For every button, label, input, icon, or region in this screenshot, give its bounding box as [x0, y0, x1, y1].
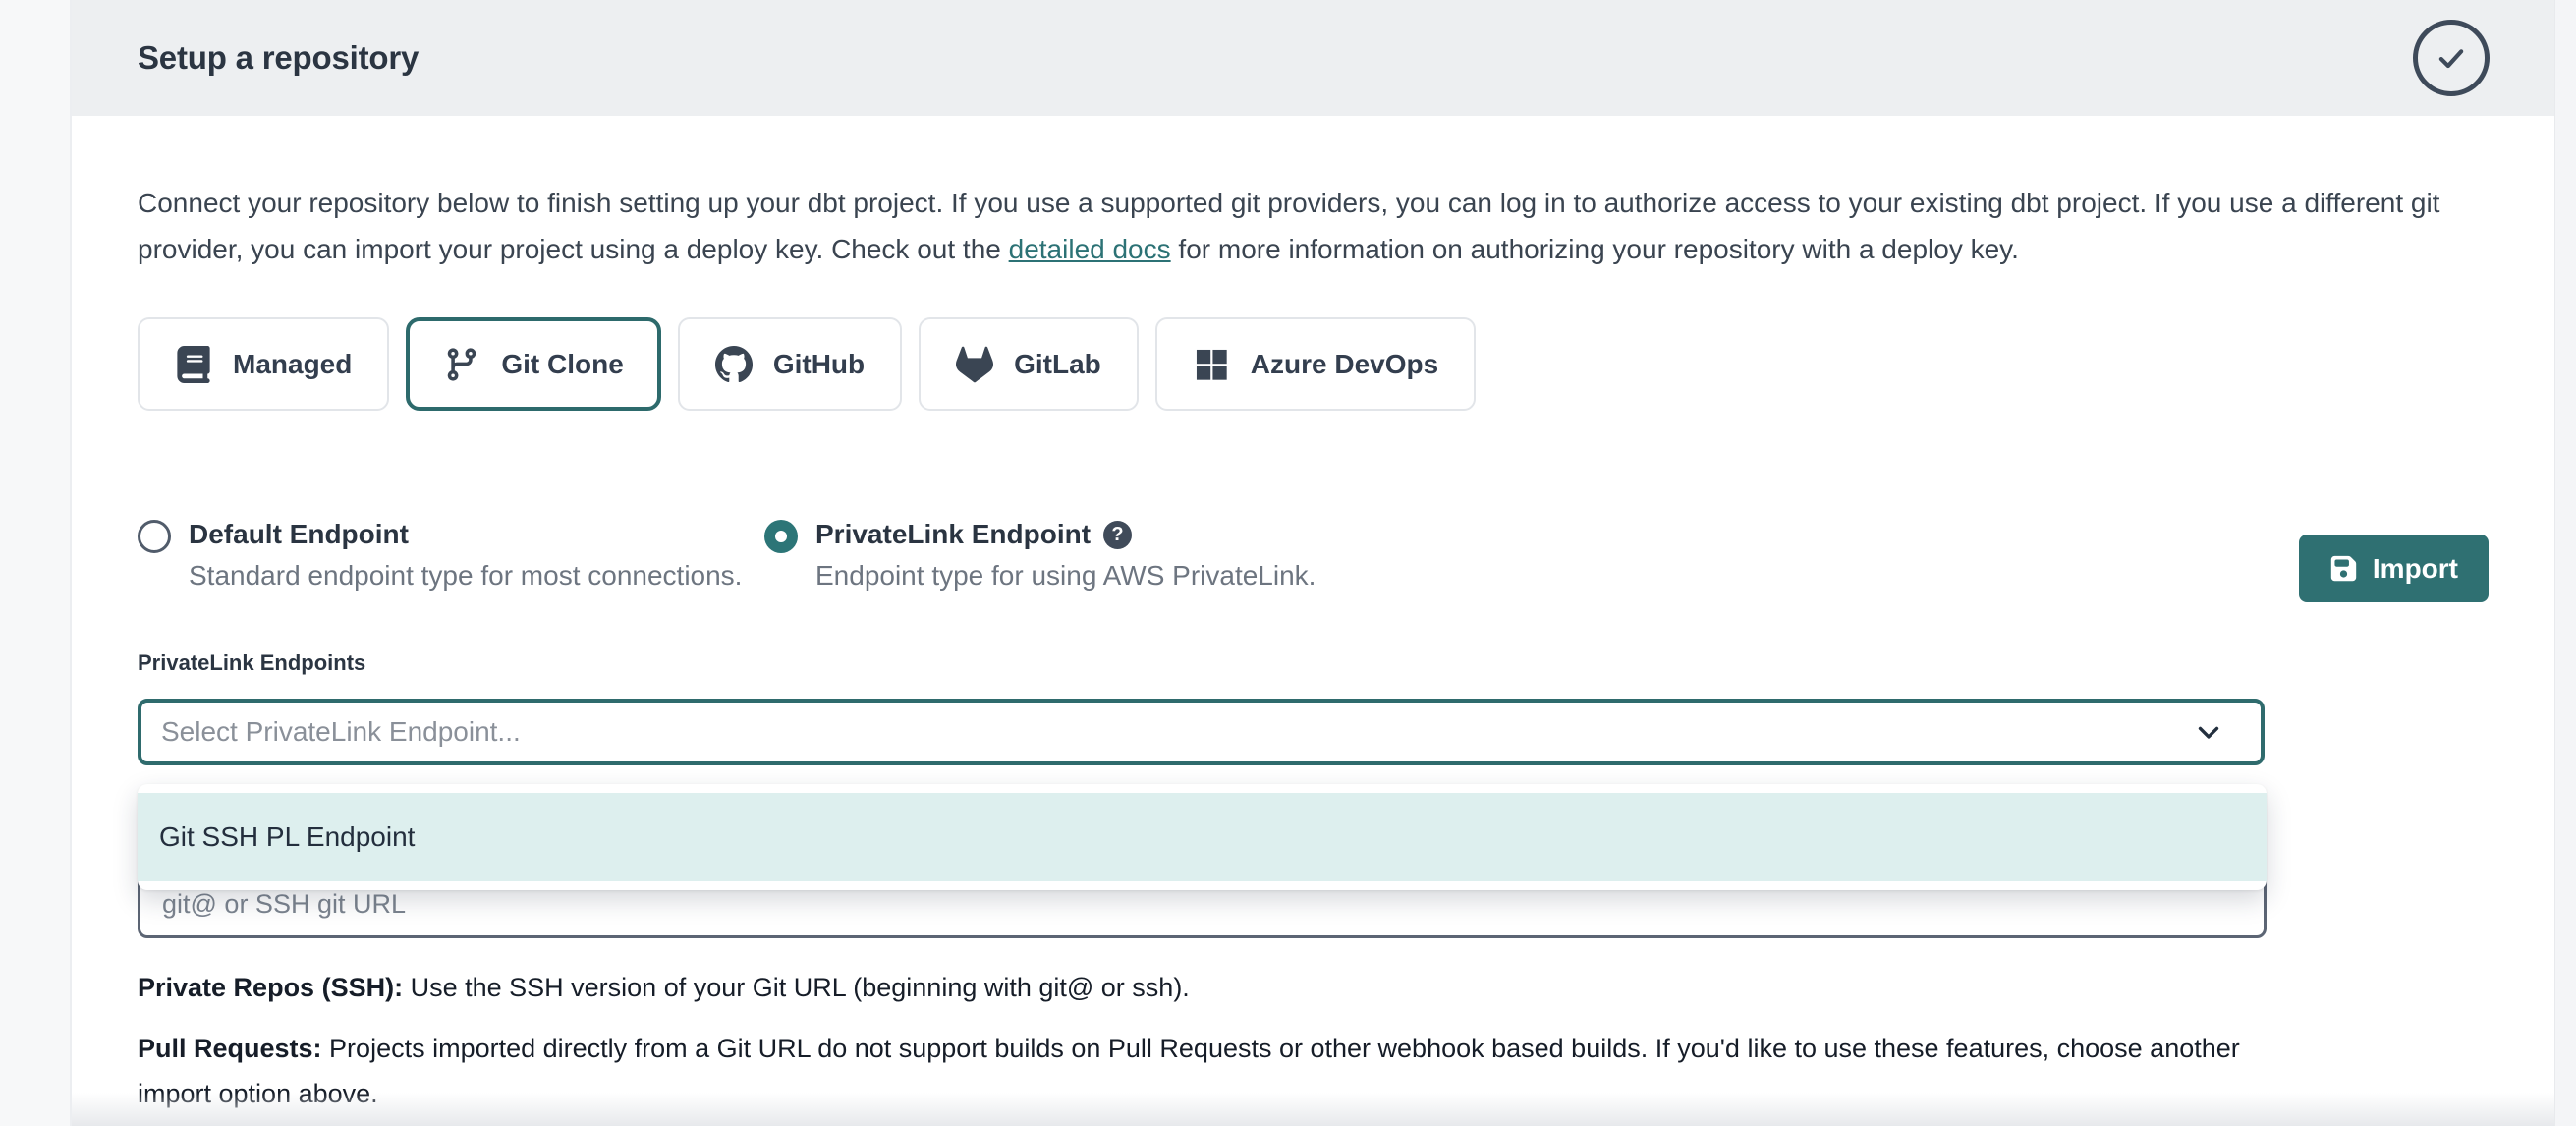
- radio-privatelink-endpoint-description: Endpoint type for using AWS PrivateLink.: [815, 560, 1316, 591]
- privatelink-endpoint-select[interactable]: [138, 699, 2265, 765]
- provider-tab-managed[interactable]: Managed: [138, 317, 389, 411]
- pull-requests-note-text: Projects imported directly from a Git UR…: [138, 1034, 2240, 1108]
- import-button-label: Import: [2373, 553, 2458, 585]
- left-gutter: [0, 0, 72, 1126]
- right-gutter: [2554, 0, 2576, 1126]
- page: Setup a repository Connect your reposito…: [0, 0, 2576, 1126]
- intro-text: Connect your repository below to finish …: [138, 180, 2456, 272]
- privatelink-endpoint-dropdown: Git SSH PL Endpoint: [138, 784, 2267, 890]
- radio-privatelink-endpoint-label: PrivateLink Endpoint: [815, 518, 1091, 551]
- azure-devops-icon: [1193, 346, 1230, 383]
- provider-tab-label: GitLab: [1014, 349, 1101, 380]
- detailed-docs-link[interactable]: detailed docs: [1009, 234, 1171, 264]
- question-circle-icon[interactable]: ?: [1103, 521, 1132, 549]
- provider-tab-azure-devops[interactable]: Azure DevOps: [1155, 317, 1476, 411]
- save-icon: [2329, 554, 2358, 583]
- provider-tab-label: GitHub: [773, 349, 865, 380]
- provider-tab-github[interactable]: GitHub: [678, 317, 902, 411]
- radio-default-endpoint-description: Standard endpoint type for most connecti…: [189, 560, 742, 591]
- privatelink-endpoint-select-input[interactable]: [141, 703, 2192, 761]
- dropdown-option-git-ssh-pl-endpoint[interactable]: Git SSH PL Endpoint: [138, 793, 2267, 881]
- book-icon: [175, 346, 212, 383]
- radio-default-endpoint-label: Default Endpoint: [189, 518, 409, 551]
- ssh-note-text: Use the SSH version of your Git URL (beg…: [403, 973, 1190, 1002]
- privatelink-endpoints-label: PrivateLink Endpoints: [138, 650, 365, 676]
- github-icon: [715, 346, 753, 383]
- provider-tab-label: Managed: [233, 349, 352, 380]
- pull-requests-note-bold: Pull Requests:: [138, 1034, 322, 1063]
- import-button[interactable]: Import: [2299, 535, 2489, 602]
- gitlab-icon: [956, 346, 993, 383]
- check-icon: [2431, 37, 2472, 79]
- step-complete-badge: [2413, 20, 2490, 96]
- provider-tab-label: Azure DevOps: [1251, 349, 1438, 380]
- provider-tab-label: Git Clone: [501, 349, 623, 380]
- endpoint-type-radio-group: Default Endpoint Standard endpoint type …: [138, 518, 1316, 591]
- provider-tab-gitlab[interactable]: GitLab: [919, 317, 1139, 411]
- git-branch-icon: [443, 346, 480, 383]
- provider-tab-git-clone[interactable]: Git Clone: [406, 317, 660, 411]
- intro-after-link: for more information on authorizing your…: [1171, 234, 2019, 264]
- radio-default-endpoint[interactable]: Default Endpoint Standard endpoint type …: [138, 518, 764, 591]
- setup-repository-card: Setup a repository Connect your reposito…: [72, 0, 2554, 1126]
- radio-unselected-icon[interactable]: [138, 520, 171, 553]
- chevron-down-icon: [2192, 715, 2225, 749]
- radio-selected-icon[interactable]: [764, 520, 798, 553]
- ssh-note-bold: Private Repos (SSH):: [138, 973, 403, 1002]
- pull-requests-note: Pull Requests: Projects imported directl…: [138, 1026, 2269, 1116]
- radio-privatelink-endpoint[interactable]: PrivateLink Endpoint ? Endpoint type for…: [764, 518, 1316, 591]
- ssh-note: Private Repos (SSH): Use the SSH version…: [138, 965, 2299, 1010]
- card-header: Setup a repository: [72, 0, 2554, 116]
- provider-tabs: Managed Git Clone GitHub GitLab: [138, 317, 1476, 411]
- page-title: Setup a repository: [138, 39, 419, 77]
